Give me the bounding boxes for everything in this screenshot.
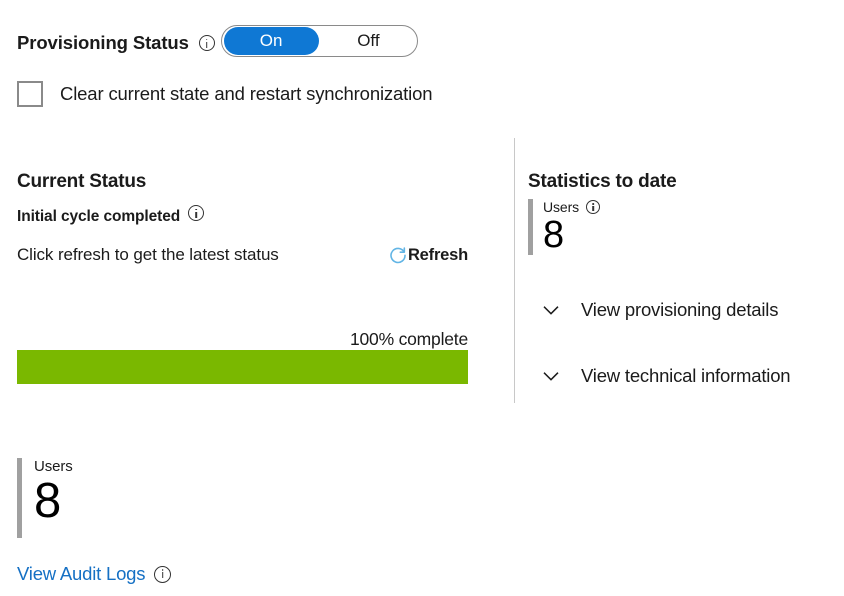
toggle-option-off[interactable]: Off <box>321 27 416 55</box>
stat-value: 8 <box>543 214 564 256</box>
stat-accent-bar <box>17 458 22 538</box>
clear-state-row[interactable]: Clear current state and restart synchron… <box>17 81 433 107</box>
stat-body: Users 8 <box>543 199 601 256</box>
summary-users-stat: Users 8 <box>17 458 73 538</box>
refresh-row: Click refresh to get the latest status R… <box>17 245 468 265</box>
cycle-status-row: Initial cycle completed <box>17 205 205 226</box>
view-audit-logs-label: View Audit Logs <box>17 563 146 584</box>
expander-label: View technical information <box>581 365 791 386</box>
provisioning-status-toggle[interactable]: On Off <box>221 25 418 57</box>
stat-name-label: Users <box>34 458 73 475</box>
stat-name-label: Users <box>543 199 580 215</box>
refresh-button[interactable]: Refresh <box>388 245 468 265</box>
progress-bar-fill <box>17 350 468 384</box>
progress-percent-label: 100% complete <box>349 329 468 349</box>
stat-accent-bar <box>528 199 533 255</box>
progress-bar <box>17 350 468 384</box>
cycle-status-text: Initial cycle completed <box>17 208 181 225</box>
expander-view-technical-information[interactable]: View technical information <box>540 365 791 387</box>
stat-head: Users <box>543 199 601 215</box>
chevron-down-icon <box>543 306 559 315</box>
stat-value: 8 <box>34 474 61 528</box>
stat-body: Users 8 <box>34 458 73 538</box>
stat-head: Users <box>34 458 73 475</box>
provisioning-status-row: Provisioning Status <box>17 27 215 59</box>
expander-label: View provisioning details <box>581 299 779 320</box>
provisioning-status-label: Provisioning Status <box>17 32 189 53</box>
toggle-option-on[interactable]: On <box>223 27 319 55</box>
chevron-down-icon <box>543 372 559 381</box>
info-icon[interactable] <box>586 200 601 214</box>
view-audit-logs-link[interactable]: View Audit Logs <box>17 563 172 585</box>
info-icon[interactable] <box>198 35 215 51</box>
statistics-heading: Statistics to date <box>528 171 677 192</box>
refresh-hint-text: Click refresh to get the latest status <box>17 245 279 264</box>
clear-state-label: Clear current state and restart synchron… <box>60 83 433 104</box>
refresh-icon <box>390 247 406 264</box>
info-icon[interactable] <box>188 205 205 221</box>
refresh-label: Refresh <box>407 245 468 264</box>
expander-view-provisioning-details[interactable]: View provisioning details <box>540 299 778 321</box>
statistics-users-stat: Users 8 <box>528 199 601 256</box>
clear-state-checkbox[interactable] <box>17 81 43 107</box>
column-divider <box>514 138 515 403</box>
current-status-heading: Current Status <box>17 171 147 192</box>
info-icon[interactable] <box>154 565 172 583</box>
